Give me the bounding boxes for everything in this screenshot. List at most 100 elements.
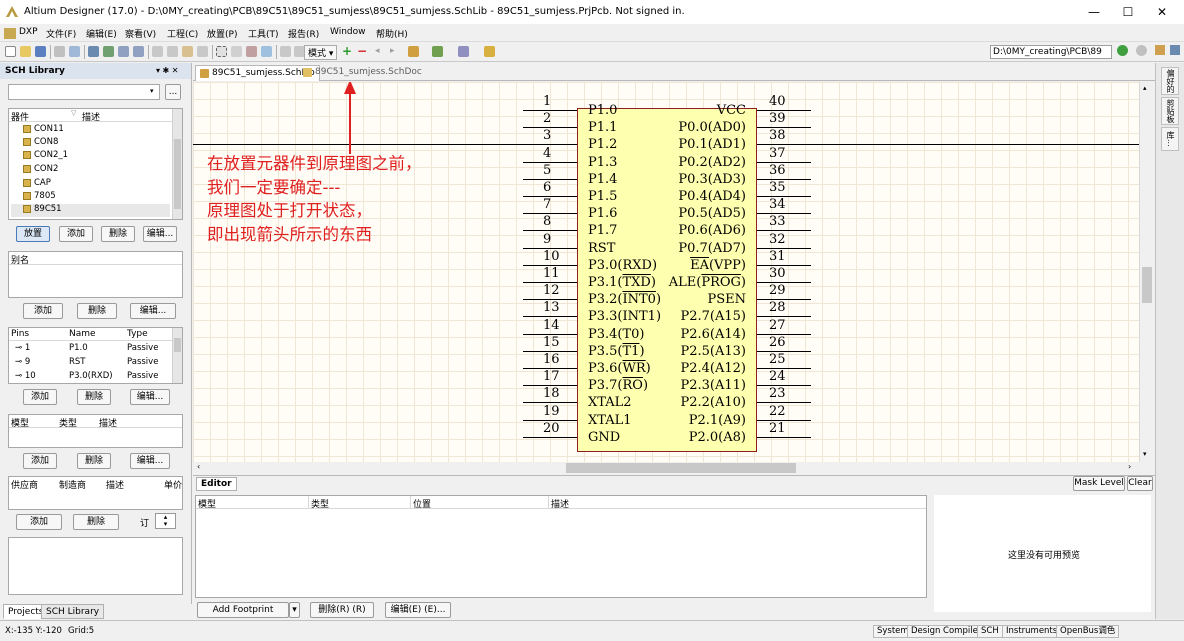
- list-item[interactable]: CON11: [23, 124, 64, 134]
- chevron-down-icon[interactable]: ▾: [150, 87, 154, 95]
- mode-dropdown[interactable]: 模式 ▾: [304, 45, 338, 60]
- drawing-tools-icon[interactable]: [432, 46, 443, 57]
- status-instruments-button[interactable]: Instruments: [1002, 625, 1062, 638]
- menu-tools[interactable]: 工具(T): [248, 27, 279, 40]
- menu-view[interactable]: 察看(V): [125, 27, 156, 40]
- delete-model-button[interactable]: 删除: [77, 453, 111, 469]
- menu-help[interactable]: 帮助(H): [376, 27, 408, 40]
- cut-icon[interactable]: [152, 46, 163, 57]
- list-item[interactable]: CON2: [23, 164, 58, 174]
- menu-place[interactable]: 放置(P): [207, 27, 237, 40]
- copy-icon[interactable]: [167, 46, 178, 57]
- clear-filter-icon[interactable]: [261, 46, 272, 57]
- panel-menu-icon[interactable]: ▾ ✱ ✕: [156, 66, 179, 75]
- edit-model-button[interactable]: 编辑...: [130, 453, 170, 469]
- zoom-fit-icon[interactable]: [103, 46, 114, 57]
- open-icon[interactable]: [20, 46, 31, 57]
- edit-model-editor-button[interactable]: 编辑(E) (E)...: [385, 602, 451, 618]
- name-col-header[interactable]: Name: [69, 329, 96, 339]
- print-preview-icon[interactable]: [69, 46, 80, 57]
- list-item[interactable]: 7805: [23, 191, 56, 201]
- chip-pin-line[interactable]: [523, 436, 577, 438]
- scroll-left-icon[interactable]: ‹: [197, 462, 200, 471]
- home-icon[interactable]: [1155, 45, 1165, 55]
- edit-component-button[interactable]: 编辑...: [143, 226, 177, 242]
- deselect-icon[interactable]: [246, 46, 257, 57]
- table-row[interactable]: ⊸ 10: [15, 371, 36, 381]
- select-area-icon[interactable]: [216, 46, 227, 57]
- delete-component-button[interactable]: 删除: [101, 226, 135, 242]
- v-scroll-thumb[interactable]: [1142, 267, 1152, 303]
- list-item[interactable]: CAP: [23, 178, 51, 188]
- table-row[interactable]: ⊸ 1: [15, 343, 30, 353]
- prev-part-icon[interactable]: ◂: [375, 46, 380, 56]
- next-part-icon[interactable]: ▸: [390, 46, 395, 56]
- delete-pin-button[interactable]: 删除: [77, 389, 111, 405]
- zoom-out-icon[interactable]: [133, 46, 144, 57]
- menu-window[interactable]: Window: [330, 27, 366, 37]
- list-scrollbar[interactable]: [172, 109, 182, 219]
- pins-scrollbar[interactable]: [172, 328, 182, 383]
- folder-icon[interactable]: [484, 46, 495, 57]
- open-device-icon[interactable]: [88, 46, 99, 57]
- price-col-header[interactable]: 单价: [164, 478, 182, 491]
- clear-button[interactable]: Clear: [1127, 476, 1153, 491]
- zoom-in-icon[interactable]: [118, 46, 129, 57]
- status-sch-button[interactable]: SCH: [977, 625, 1003, 638]
- list-item[interactable]: CON8: [23, 137, 58, 147]
- add-footprint-button[interactable]: Add Footprint: [197, 602, 289, 618]
- place-button[interactable]: 放置: [16, 226, 50, 242]
- remove-part-icon[interactable]: −: [357, 44, 367, 58]
- edit-pin-button[interactable]: 编辑...: [130, 389, 170, 405]
- canvas-h-scrollbar[interactable]: ‹ ›: [193, 462, 1139, 474]
- menu-edit[interactable]: 编辑(E): [86, 27, 117, 40]
- search-options-button[interactable]: ...: [165, 84, 181, 100]
- tab-schdoc[interactable]: 89C51_sumjess.SchDoc: [299, 65, 426, 81]
- chip-pin-line[interactable]: [757, 436, 811, 438]
- supplier-col-header[interactable]: 供应商: [11, 478, 38, 491]
- go-back-icon[interactable]: [1136, 45, 1147, 56]
- menu-file[interactable]: 文件(F): [46, 27, 76, 40]
- add-supplier-button[interactable]: 添加: [16, 514, 62, 530]
- tab-libraries[interactable]: 库...: [1161, 127, 1179, 151]
- scroll-down-icon[interactable]: ▾: [1143, 450, 1147, 458]
- menu-reports[interactable]: 报告(R): [288, 27, 319, 40]
- menu-project[interactable]: 工程(C): [167, 27, 198, 40]
- add-model-button[interactable]: 添加: [23, 453, 57, 469]
- rubber-stamp-icon[interactable]: [197, 46, 208, 57]
- pins-col-header[interactable]: Pins: [11, 329, 29, 339]
- save-icon[interactable]: [35, 46, 46, 57]
- move-icon[interactable]: [231, 46, 242, 57]
- table-row[interactable]: ⊸ 9: [15, 357, 30, 367]
- type-col-header[interactable]: Type: [127, 329, 148, 339]
- close-button[interactable]: ✕: [1140, 0, 1184, 24]
- list-item-selected[interactable]: 89C51: [11, 204, 170, 217]
- supplier-desc-col-header[interactable]: 描述: [106, 478, 124, 491]
- edit-alias-button[interactable]: 编辑...: [130, 303, 176, 319]
- tab-favorites[interactable]: 偏好的: [1161, 67, 1179, 95]
- status-openbus-button[interactable]: OpenBus调色: [1056, 625, 1120, 638]
- editor-tab[interactable]: Editor: [196, 477, 237, 491]
- paste-icon[interactable]: [182, 46, 193, 57]
- tab-clipboard[interactable]: 剪贴板: [1161, 97, 1179, 125]
- place-icon[interactable]: [408, 46, 419, 57]
- add-pin-button[interactable]: 添加: [23, 389, 57, 405]
- delete-model-editor-button[interactable]: 删除(R) (R): [310, 602, 374, 618]
- path-input[interactable]: D:\0MY_creating\PCB\89: [990, 45, 1112, 59]
- print-icon[interactable]: [54, 46, 65, 57]
- delete-supplier-button[interactable]: 删除: [73, 514, 119, 530]
- mask-level-button[interactable]: Mask Level: [1073, 476, 1125, 491]
- component-search-input[interactable]: [8, 84, 160, 100]
- scroll-right-icon[interactable]: ›: [1128, 462, 1131, 471]
- canvas-v-scrollbar[interactable]: ▴ ▾: [1139, 82, 1153, 462]
- add-alias-button[interactable]: 添加: [23, 303, 63, 319]
- order-stepper[interactable]: ▴ ▾: [155, 513, 176, 529]
- manufacturer-col-header[interactable]: 制造商: [59, 478, 86, 491]
- list-item[interactable]: CON2_1: [23, 150, 68, 160]
- favorite-icon[interactable]: [1170, 45, 1180, 55]
- tab-sch-library[interactable]: SCH Library: [41, 604, 105, 619]
- add-component-button[interactable]: 添加: [59, 226, 93, 242]
- scroll-up-icon[interactable]: ▴: [1143, 84, 1147, 92]
- status-design-compiler-button[interactable]: Design Compiler: [907, 625, 986, 638]
- menu-dxp[interactable]: DXP: [19, 27, 38, 37]
